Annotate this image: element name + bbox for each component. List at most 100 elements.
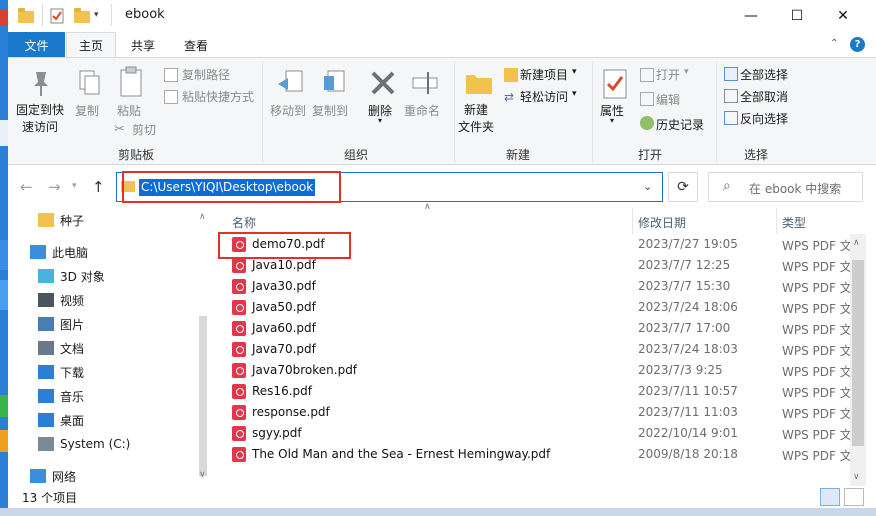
collapse-ribbon-icon[interactable]: ⌃ [830, 38, 838, 49]
nav-scrollbar[interactable]: ∧ ∨ [196, 208, 210, 486]
up-arrow-icon[interactable]: ↑ [92, 178, 105, 196]
delete-icon [368, 68, 398, 98]
properties-checkmark-icon[interactable] [50, 8, 66, 24]
network-icon [30, 469, 46, 483]
paste-button[interactable]: 粘贴 [117, 102, 141, 119]
nav-item[interactable]: 此电脑 [30, 240, 88, 264]
delete-dropdown-icon[interactable]: ▾ [378, 116, 382, 125]
nav-item-label: 3D 对象 [60, 269, 105, 284]
copy-to-icon [320, 68, 350, 98]
large-icons-view-icon[interactable] [844, 488, 864, 506]
nav-item[interactable]: 音乐 [38, 384, 84, 408]
file-row[interactable]: The Old Man and the Sea - Ernest Hemingw… [210, 444, 852, 465]
nav-item-label: 音乐 [60, 389, 85, 404]
minimize-button[interactable]: — [728, 0, 774, 32]
nav-item[interactable]: 图片 [38, 312, 84, 336]
file-row[interactable]: Java50.pdf 2023/7/24 18:06 WPS PDF 文 [210, 297, 852, 318]
pdf-file-icon [232, 279, 246, 294]
nav-item-label: 视频 [60, 293, 85, 308]
file-row[interactable]: Res16.pdf 2023/7/11 10:57 WPS PDF 文 [210, 381, 852, 402]
new-folder-button[interactable]: 新建 文件夹 [456, 102, 496, 136]
move-to-button[interactable]: 移动到 [270, 102, 306, 119]
copy-path-button[interactable]: 复制路径 [182, 66, 230, 83]
back-arrow-icon[interactable]: ← [20, 178, 33, 196]
column-header-type[interactable]: 类型 [782, 214, 806, 231]
copy-icon [74, 68, 104, 98]
new-item-dropdown-icon[interactable]: ▾ [572, 67, 577, 77]
new-folder-quick-icon[interactable] [74, 8, 90, 23]
open-button[interactable]: 打开 [656, 66, 680, 83]
invert-selection-button[interactable]: 反向选择 [740, 110, 788, 127]
file-name: response.pdf [252, 405, 330, 419]
file-row[interactable]: Java70.pdf 2023/7/24 18:03 WPS PDF 文 [210, 339, 852, 360]
search-placeholder: 在 ebook 中搜索 [749, 182, 842, 196]
nav-item-label: 图片 [60, 317, 85, 332]
file-highlight-box [218, 232, 351, 259]
nav-item[interactable]: 3D 对象 [38, 264, 105, 288]
details-view-icon[interactable] [820, 488, 840, 506]
copy-button[interactable]: 复制 [75, 102, 99, 119]
maximize-button[interactable]: ☐ [774, 0, 820, 32]
select-all-icon [724, 67, 738, 81]
file-list-scrollbar[interactable]: ∧ ∨ [850, 234, 866, 486]
file-name: The Old Man and the Sea - Ernest Hemingw… [252, 447, 551, 461]
close-button[interactable]: ✕ [820, 0, 866, 32]
recent-locations-icon[interactable]: ▾ [72, 181, 77, 191]
folder-icon [18, 8, 34, 23]
history-button[interactable]: 历史记录 [656, 116, 704, 133]
file-row[interactable]: Java30.pdf 2023/7/7 15:30 WPS PDF 文 [210, 276, 852, 297]
file-type: WPS PDF 文 [782, 302, 852, 316]
nav-item[interactable]: 桌面 [38, 408, 84, 432]
pdf-file-icon [232, 405, 246, 420]
select-all-button[interactable]: 全部选择 [740, 66, 788, 83]
properties-dropdown-icon[interactable]: ▾ [610, 116, 614, 125]
open-dropdown-icon[interactable]: ▾ [684, 67, 689, 77]
file-row[interactable]: sgyy.pdf 2022/10/14 9:01 WPS PDF 文 [210, 423, 852, 444]
file-row[interactable]: Java70broken.pdf 2023/7/3 9:25 WPS PDF 文 [210, 360, 852, 381]
select-none-button[interactable]: 全部取消 [740, 88, 788, 105]
file-date: 2023/7/27 19:05 [638, 237, 738, 251]
refresh-icon[interactable]: ⟳ [668, 172, 698, 202]
file-date: 2023/7/7 12:25 [638, 258, 731, 272]
nav-item[interactable]: 网络 [30, 464, 76, 488]
pin-to-quick-access-button[interactable]: 固定到快 速访问 [16, 102, 64, 136]
copy-to-button[interactable]: 复制到 [312, 102, 348, 119]
file-date: 2009/8/18 20:18 [638, 447, 738, 461]
tab-share[interactable]: 共享 [120, 32, 166, 58]
cut-button[interactable]: 剪切 [132, 121, 156, 138]
help-icon[interactable]: ? [850, 37, 865, 52]
address-dropdown-icon[interactable]: ⌄ [643, 180, 652, 193]
forward-arrow-icon[interactable]: → [48, 178, 61, 196]
edit-button[interactable]: 编辑 [656, 91, 680, 108]
paste-shortcut-button[interactable]: 粘贴快捷方式 [182, 88, 254, 105]
scrollbar-thumb[interactable] [852, 260, 864, 446]
file-row[interactable]: Java60.pdf 2023/7/7 17:00 WPS PDF 文 [210, 318, 852, 339]
easy-access-button[interactable]: 轻松访问 [520, 88, 568, 105]
nav-item[interactable]: 视频 [38, 288, 84, 312]
nav-item[interactable]: 下载 [38, 360, 84, 384]
file-type: WPS PDF 文 [782, 239, 852, 253]
tab-file[interactable]: 文件 [8, 32, 65, 58]
nav-item-label: 桌面 [60, 413, 85, 428]
file-date: 2023/7/24 18:03 [638, 342, 738, 356]
file-row[interactable]: response.pdf 2023/7/11 11:03 WPS PDF 文 [210, 402, 852, 423]
column-header-name[interactable]: 名称 [232, 214, 256, 231]
nav-item[interactable]: System (C:) [38, 432, 130, 456]
rename-button[interactable]: 重命名 [404, 102, 440, 119]
nav-item-label: 下载 [60, 365, 85, 380]
3d-objects-icon [38, 269, 54, 283]
quick-access-dropdown-icon[interactable]: ▾ [94, 10, 110, 24]
properties-icon [600, 68, 630, 99]
tab-view[interactable]: 查看 [172, 32, 220, 58]
column-header-date[interactable]: 修改日期 [638, 214, 686, 231]
select-none-icon [724, 89, 738, 103]
search-input[interactable]: ⌕ 在 ebook 中搜索 [708, 172, 863, 202]
file-date: 2023/7/11 11:03 [638, 405, 738, 419]
new-item-button[interactable]: 新建项目 [520, 66, 568, 83]
nav-item-label: 文档 [60, 341, 85, 356]
drive-icon [38, 437, 54, 451]
tab-home[interactable]: 主页 [66, 32, 116, 58]
easy-access-dropdown-icon[interactable]: ▾ [572, 89, 577, 99]
nav-item[interactable]: 文档 [38, 336, 84, 360]
nav-item[interactable]: 种子 [38, 208, 84, 232]
